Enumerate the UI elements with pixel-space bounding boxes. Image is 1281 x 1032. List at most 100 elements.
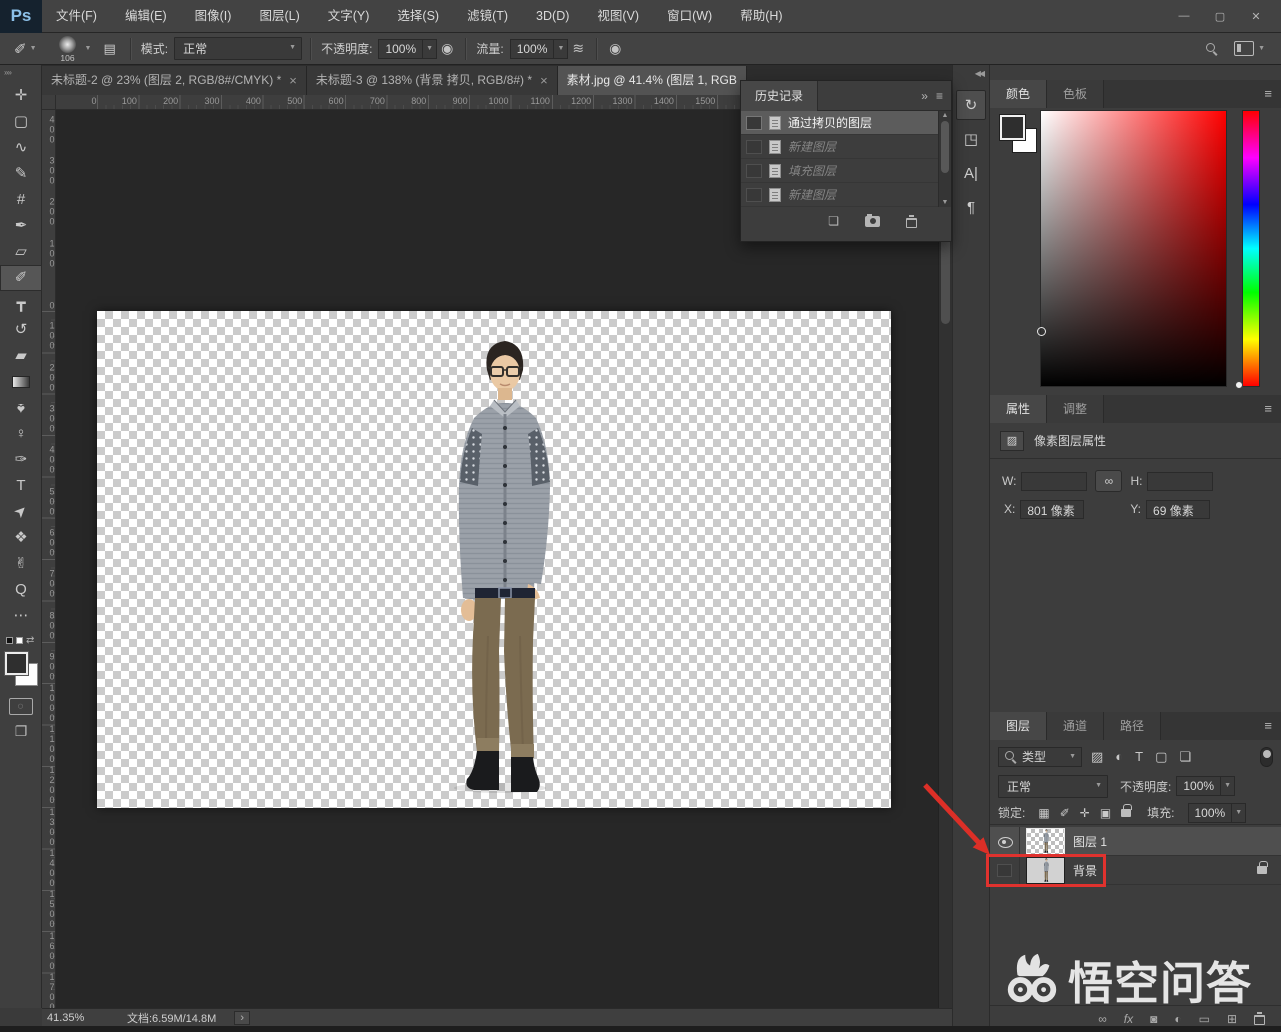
filter-pixel-icon[interactable]: ▨ [1091, 749, 1103, 765]
pen-tool[interactable]: ✑ [0, 447, 42, 473]
color-picker-indicator[interactable] [1037, 327, 1046, 336]
filter-shape-icon[interactable]: ▢ [1155, 749, 1167, 765]
close-tab-icon[interactable]: × [289, 66, 297, 95]
workspace-switcher[interactable]: ▼ [1234, 41, 1265, 56]
panel-menu-icon[interactable]: ≡ [1264, 712, 1281, 740]
expand-panels-icon[interactable]: ◀◀ [953, 65, 989, 86]
paragraph-panel-icon[interactable]: ¶ [956, 192, 986, 222]
layer-thumbnail[interactable] [1026, 827, 1065, 855]
panel-menu-icon[interactable]: ≡ [1264, 395, 1281, 423]
panel-menu-icon[interactable]: ≡ [1264, 80, 1281, 108]
history-brush-tool[interactable]: ↺ [0, 317, 42, 343]
brush-size-preview[interactable]: 106 [53, 35, 83, 62]
layer-filter-select[interactable]: 类型 ▼ [998, 746, 1082, 767]
blend-mode-select[interactable]: 正常 ▼ [174, 37, 303, 60]
menu-layer[interactable]: 图层(L) [245, 0, 313, 33]
filter-toggle-switch[interactable] [1260, 746, 1273, 767]
custom-shape-tool[interactable]: ❖ [0, 525, 42, 551]
delete-state-icon[interactable] [906, 214, 917, 228]
filter-adjustment-icon[interactable]: ◐ [1115, 749, 1123, 765]
adjustment-layer-icon[interactable]: ◐ [1174, 1012, 1181, 1026]
menu-window[interactable]: 窗口(W) [653, 0, 726, 33]
minimize-button[interactable]: — [1173, 10, 1195, 23]
menu-select[interactable]: 选择(S) [383, 0, 453, 33]
lock-all-icon[interactable] [1121, 803, 1132, 817]
clone-stamp-tool[interactable]: ┳ [0, 291, 42, 317]
history-panel-icon[interactable]: ↻ [956, 90, 986, 120]
hue-slider[interactable] [1242, 110, 1260, 387]
brush-tool[interactable]: ✐ [0, 265, 42, 291]
spot-healing-tool[interactable]: ▱ [0, 239, 42, 265]
character-panel-icon[interactable]: A| [956, 158, 986, 188]
layer-fill-input[interactable]: 100% ▼ [1187, 802, 1247, 823]
layer-opacity-input[interactable]: 100% ▼ [1176, 776, 1236, 796]
width-field[interactable] [1021, 471, 1088, 491]
default-swap-colors[interactable]: ⇄ [0, 629, 41, 648]
layer-name[interactable]: 图层 1 [1073, 833, 1107, 850]
collapse-tools-icon[interactable]: »» [0, 65, 41, 83]
history-proxy-box[interactable] [746, 115, 762, 130]
history-state[interactable]: 填充图层 [741, 159, 951, 183]
panel-menu-icon[interactable]: ≡ [936, 89, 943, 103]
edit-toolbar[interactable]: ⋯ [0, 603, 42, 629]
menu-file[interactable]: 文件(F) [42, 0, 111, 33]
airbrush-icon[interactable]: ≋ [572, 40, 584, 57]
lock-transparency-icon[interactable]: ▦ [1038, 806, 1049, 820]
lock-paint-icon[interactable]: ✐ [1060, 806, 1070, 820]
scroll-up-icon[interactable]: ▲ [939, 112, 951, 119]
history-state[interactable]: 新建图层 [741, 183, 951, 207]
link-dimensions-icon[interactable]: ∞ [1095, 470, 1123, 492]
delete-layer-icon[interactable] [1254, 1012, 1265, 1025]
menu-3d[interactable]: 3D(D) [522, 0, 583, 33]
history-proxy-box[interactable] [746, 163, 762, 178]
status-options-chevron[interactable]: › [234, 1010, 251, 1025]
new-snapshot-icon[interactable] [865, 213, 880, 227]
pressure-opacity-icon[interactable]: ◉ [441, 40, 453, 57]
link-layers-icon[interactable]: ∞ [1098, 1012, 1107, 1026]
scrollbar-thumb[interactable] [941, 121, 949, 173]
canvas-scrollbar[interactable] [938, 110, 952, 1008]
hue-slider-indicator[interactable] [1235, 381, 1243, 389]
toggle-brush-panel-button[interactable]: ▤ [97, 38, 121, 60]
opacity-input[interactable]: 100% ▼ [378, 38, 438, 59]
layer-mask-icon[interactable]: ◙ [1150, 1012, 1157, 1026]
quick-selection-tool[interactable]: ✎ [0, 161, 42, 187]
new-layer-icon[interactable]: ⊞ [1227, 1012, 1237, 1026]
menu-image[interactable]: 图像(I) [181, 0, 246, 33]
x-field[interactable]: 801 像素 [1020, 499, 1085, 519]
notes-panel-icon[interactable]: ◳ [956, 124, 986, 154]
tab-channels[interactable]: 通道 [1047, 712, 1105, 740]
brush-picker-arrow[interactable]: ▼ [85, 45, 92, 52]
blur-tool[interactable]: ♠ [0, 395, 42, 421]
collapse-panel-icon[interactable]: » [921, 89, 928, 103]
menu-view[interactable]: 视图(V) [583, 0, 653, 33]
tab-layers[interactable]: 图层 [990, 712, 1048, 740]
menu-type[interactable]: 文字(Y) [314, 0, 384, 33]
eraser-tool[interactable]: ▰ [0, 343, 42, 369]
height-field[interactable] [1147, 471, 1214, 491]
ruler-origin-corner[interactable] [42, 95, 56, 110]
history-proxy-box[interactable] [746, 139, 762, 154]
screen-mode-button[interactable]: ❐ [0, 723, 42, 740]
gradient-tool[interactable] [0, 369, 42, 395]
lock-artboard-icon[interactable]: ▣ [1100, 806, 1111, 820]
tab-untitled-3[interactable]: 未标题-3 @ 138% (背景 拷贝, RGB/8#) * × [306, 66, 558, 95]
quick-mask-button[interactable]: ◌ [8, 698, 33, 715]
dodge-tool[interactable]: ♀ [0, 421, 42, 447]
move-tool[interactable]: ✛ [0, 83, 42, 109]
tab-swatches[interactable]: 色板 [1047, 80, 1105, 108]
history-panel-title[interactable]: 历史记录 [741, 80, 819, 111]
rectangular-marquee-tool[interactable]: ▢ [0, 109, 42, 135]
pressure-size-icon[interactable]: ◉ [609, 40, 621, 57]
menu-help[interactable]: 帮助(H) [726, 0, 796, 33]
foreground-color-swatch[interactable] [4, 651, 29, 676]
zoom-tool[interactable]: Q [0, 577, 42, 603]
close-tab-icon[interactable]: × [540, 66, 548, 95]
maximize-button[interactable]: ▢ [1209, 10, 1231, 23]
crop-tool[interactable]: # [0, 187, 42, 213]
tab-properties[interactable]: 属性 [990, 395, 1048, 423]
tab-paths[interactable]: 路径 [1104, 712, 1162, 740]
menu-filter[interactable]: 滤镜(T) [453, 0, 522, 33]
document-canvas[interactable] [97, 311, 891, 808]
new-group-icon[interactable]: ▭ [1199, 1012, 1210, 1026]
